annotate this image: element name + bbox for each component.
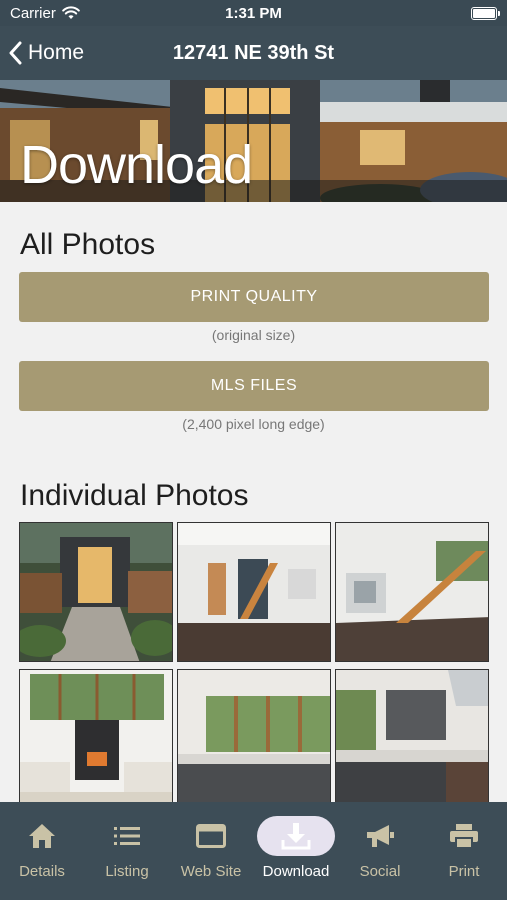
- tab-listing[interactable]: Listing: [85, 802, 169, 900]
- print-quality-button[interactable]: PRINT QUALITY: [19, 272, 489, 322]
- individual-photos-heading: Individual Photos: [20, 479, 249, 512]
- status-left: Carrier: [10, 5, 80, 22]
- tab-print[interactable]: Print: [422, 802, 506, 900]
- browser-icon: [196, 824, 226, 848]
- tab-bar: Details Listing Web Site Download Social…: [0, 802, 507, 900]
- photo-living-stairs: [336, 523, 488, 661]
- tab-label: Listing: [105, 863, 149, 880]
- tab-label: Print: [448, 863, 480, 880]
- tab-label: Download: [262, 863, 330, 880]
- mls-files-caption: (2,400 pixel long edge): [182, 416, 325, 432]
- back-button-label: Home: [28, 41, 85, 64]
- mls-files-button[interactable]: MLS FILES: [19, 361, 489, 411]
- hero-banner: Download: [0, 80, 507, 202]
- tab-details[interactable]: Details: [0, 802, 84, 900]
- navigation-bar: Home 12741 NE 39th St: [0, 26, 507, 80]
- printer-icon: [450, 824, 478, 849]
- print-quality-caption: (original size): [211, 327, 296, 343]
- photo-thumbnail[interactable]: [335, 522, 489, 662]
- megaphone-icon: [367, 825, 394, 847]
- list-icon: [114, 827, 140, 845]
- photo-family-room: [20, 670, 172, 808]
- photo-thumbnail[interactable]: [177, 522, 331, 662]
- photo-thumbnail[interactable]: [177, 669, 331, 809]
- back-button[interactable]: Home: [8, 26, 84, 80]
- wifi-icon: [62, 6, 80, 19]
- photo-thumbnail[interactable]: [335, 669, 489, 809]
- tab-web-site[interactable]: Web Site: [169, 802, 253, 900]
- battery-icon: [471, 6, 500, 20]
- photo-kitchen-island: [336, 670, 488, 808]
- home-icon: [29, 824, 55, 848]
- carrier-label: Carrier: [10, 4, 56, 22]
- photo-entry-stairs: [178, 523, 330, 661]
- photo-exterior-front: [20, 523, 172, 661]
- download-icon: [281, 823, 311, 850]
- status-bar: Carrier 1:31 PM: [0, 0, 507, 26]
- tab-social[interactable]: Social: [338, 802, 422, 900]
- tab-label: Social: [359, 863, 401, 880]
- photo-kitchen-windows: [178, 670, 330, 808]
- tab-label: Details: [19, 863, 65, 880]
- tab-download[interactable]: Download: [254, 802, 338, 900]
- hero-title: Download: [20, 135, 253, 195]
- all-photos-heading: All Photos: [20, 228, 156, 261]
- photo-thumbnail[interactable]: [19, 522, 173, 662]
- tab-label: Web Site: [180, 863, 242, 880]
- chevron-left-icon: [9, 41, 22, 65]
- photo-thumbnail[interactable]: [19, 669, 173, 809]
